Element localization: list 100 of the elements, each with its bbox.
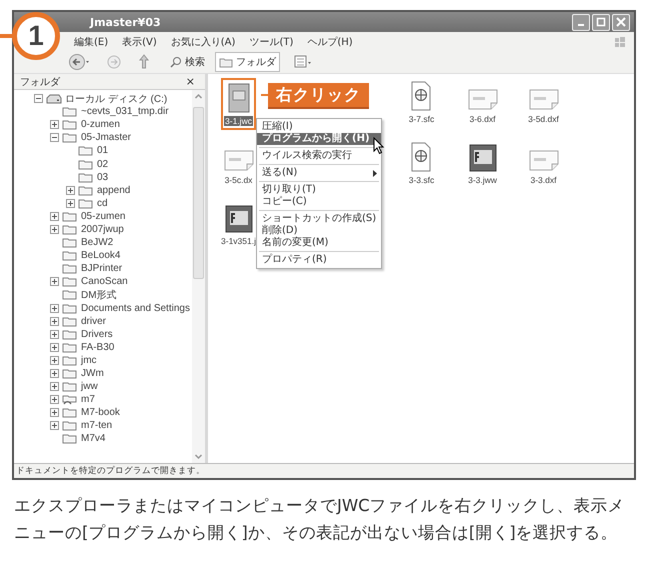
expand-icon[interactable] bbox=[50, 224, 59, 234]
folder-name[interactable]: 01 bbox=[97, 145, 108, 156]
folder-name[interactable]: JWm bbox=[81, 368, 104, 380]
search-button[interactable]: 検索 bbox=[166, 52, 209, 72]
expand-icon[interactable] bbox=[50, 316, 59, 326]
folder-name[interactable]: M7-book bbox=[81, 407, 120, 418]
menu-item[interactable]: 編集(E) bbox=[74, 34, 108, 48]
document-icon bbox=[528, 87, 558, 111]
folder-name[interactable]: driver bbox=[81, 316, 106, 327]
folders-button[interactable]: フォルダ bbox=[215, 52, 280, 72]
folder-name[interactable]: 0-zumen bbox=[81, 119, 120, 130]
selection-frame[interactable]: 3-1.jwc bbox=[221, 78, 256, 130]
window-title: Jmaster¥03 bbox=[90, 16, 161, 28]
expand-icon[interactable] bbox=[50, 408, 59, 418]
picture-file-icon bbox=[468, 144, 496, 172]
file-name: 3-3.sfc bbox=[408, 175, 434, 185]
menu-item[interactable]: ショートカットの作成(S) bbox=[257, 213, 381, 225]
minimize-button[interactable] bbox=[572, 14, 590, 30]
menu-item[interactable]: 切り取り(T) bbox=[257, 184, 381, 196]
menu-item[interactable]: ウイルス検索の実行 bbox=[257, 150, 381, 162]
close-icon bbox=[616, 17, 626, 27]
scrollbar[interactable] bbox=[192, 90, 205, 463]
folder-name[interactable]: Drivers bbox=[81, 328, 113, 340]
folder-name[interactable]: Documents and Settings bbox=[81, 302, 190, 314]
menu-item[interactable]: 圧縮(I) bbox=[257, 121, 381, 133]
file-item[interactable]: 3-5c.dx bbox=[222, 139, 256, 187]
folder-name[interactable]: CanoScan bbox=[81, 276, 128, 288]
file-item[interactable]: 3-3.jww bbox=[466, 139, 499, 187]
folder-name[interactable]: 03 bbox=[97, 172, 108, 183]
shared-folder-icon bbox=[62, 394, 78, 406]
folder-name[interactable]: 02 bbox=[97, 158, 108, 170]
file-item[interactable]: 3-5d.dxf bbox=[526, 78, 561, 126]
file-item[interactable]: 3-3.sfc bbox=[406, 139, 436, 187]
file-item[interactable]: 3-7.sfc bbox=[406, 78, 436, 126]
expand-icon[interactable] bbox=[50, 120, 59, 130]
folder-name[interactable]: cd bbox=[97, 198, 108, 209]
file-item[interactable]: 3-1v351.j bbox=[219, 200, 258, 248]
menu-item[interactable]: ツール(T) bbox=[249, 34, 294, 48]
close-pane-button[interactable]: × bbox=[186, 75, 195, 88]
folder-name[interactable]: m7 bbox=[81, 394, 95, 406]
folder-name[interactable]: 05-Jmaster bbox=[81, 132, 132, 144]
file-item[interactable]: 3-6.dxf bbox=[466, 78, 500, 126]
pane-title: フォルダ bbox=[20, 76, 60, 88]
document-icon bbox=[224, 148, 254, 172]
document-icon bbox=[468, 87, 498, 111]
expand-icon[interactable] bbox=[50, 356, 59, 365]
menu-item[interactable]: ヘルプ(H) bbox=[307, 34, 353, 48]
list-view-icon bbox=[294, 55, 312, 69]
expand-icon[interactable] bbox=[50, 277, 59, 286]
folder-icon bbox=[62, 119, 78, 130]
expand-icon[interactable] bbox=[50, 342, 59, 352]
expand-icon[interactable] bbox=[50, 382, 59, 392]
folder-icon bbox=[62, 132, 78, 144]
maximize-button[interactable] bbox=[592, 14, 610, 30]
maximize-icon bbox=[596, 17, 606, 27]
menu-item[interactable]: 名前の変更(M) bbox=[257, 237, 381, 249]
folder-icon bbox=[219, 56, 233, 68]
folder-name[interactable]: ~cevts_031_tmp.dir bbox=[81, 106, 169, 118]
folder-name[interactable]: jmc bbox=[81, 354, 97, 366]
folder-name[interactable]: ローカル ディスク (C:) bbox=[65, 92, 168, 106]
folder-icon bbox=[62, 342, 78, 353]
folder-name[interactable]: jww bbox=[81, 381, 98, 392]
folder-icon bbox=[78, 172, 94, 183]
folder-icon bbox=[62, 354, 78, 366]
menu-item[interactable]: プロパティ(R) bbox=[257, 254, 381, 266]
folder-icon bbox=[62, 250, 78, 262]
folder-name[interactable]: BeLook4 bbox=[81, 250, 120, 262]
expand-icon[interactable] bbox=[50, 212, 59, 221]
folder-name[interactable]: BJPrinter bbox=[81, 263, 122, 274]
expand-icon[interactable] bbox=[50, 369, 59, 378]
file-name: 3-3.dxf bbox=[530, 175, 556, 185]
file-name: 3-5d.dxf bbox=[528, 114, 559, 124]
folder-name[interactable]: DM形式 bbox=[81, 288, 117, 302]
folder-name[interactable]: FA-B30 bbox=[81, 342, 114, 353]
expand-icon[interactable] bbox=[50, 395, 59, 404]
folder-name[interactable]: M7v4 bbox=[81, 433, 106, 444]
menu-item[interactable]: お気に入り(A) bbox=[170, 34, 236, 48]
folder-name[interactable]: append bbox=[97, 184, 130, 196]
collapse-icon[interactable] bbox=[34, 94, 43, 104]
folder-name[interactable]: m7-ten bbox=[81, 420, 112, 432]
folder-icon bbox=[62, 433, 78, 444]
close-button[interactable] bbox=[612, 14, 630, 30]
menu-item[interactable]: 送る(N) bbox=[257, 167, 381, 179]
folder-name[interactable]: 2007jwup bbox=[81, 224, 124, 235]
caption-text: エクスプローラまたはマイコンピュータでJWCファイルを右クリックし、表示メ bbox=[14, 495, 625, 517]
expand-icon[interactable] bbox=[50, 304, 59, 313]
file-item[interactable]: 3-3.dxf bbox=[526, 139, 560, 187]
collapse-icon[interactable] bbox=[50, 133, 59, 142]
menu-item[interactable]: 表示(V) bbox=[122, 34, 157, 48]
expand-icon[interactable] bbox=[50, 421, 59, 430]
folder-name[interactable]: BeJW2 bbox=[81, 237, 114, 248]
folder-icon bbox=[62, 224, 78, 235]
menu-item[interactable]: 削除(D) bbox=[257, 225, 381, 237]
menu-item[interactable]: コピー(C) bbox=[257, 196, 381, 208]
expand-icon[interactable] bbox=[66, 186, 75, 195]
folder-name[interactable]: 05-zumen bbox=[81, 210, 126, 222]
folder-icon bbox=[78, 145, 94, 156]
expand-icon[interactable] bbox=[66, 198, 75, 208]
caption-text: ニューの[プログラムから開く]か、その表記が出ない場合は[開く]を選択する。 bbox=[14, 522, 618, 544]
expand-icon[interactable] bbox=[50, 330, 59, 339]
